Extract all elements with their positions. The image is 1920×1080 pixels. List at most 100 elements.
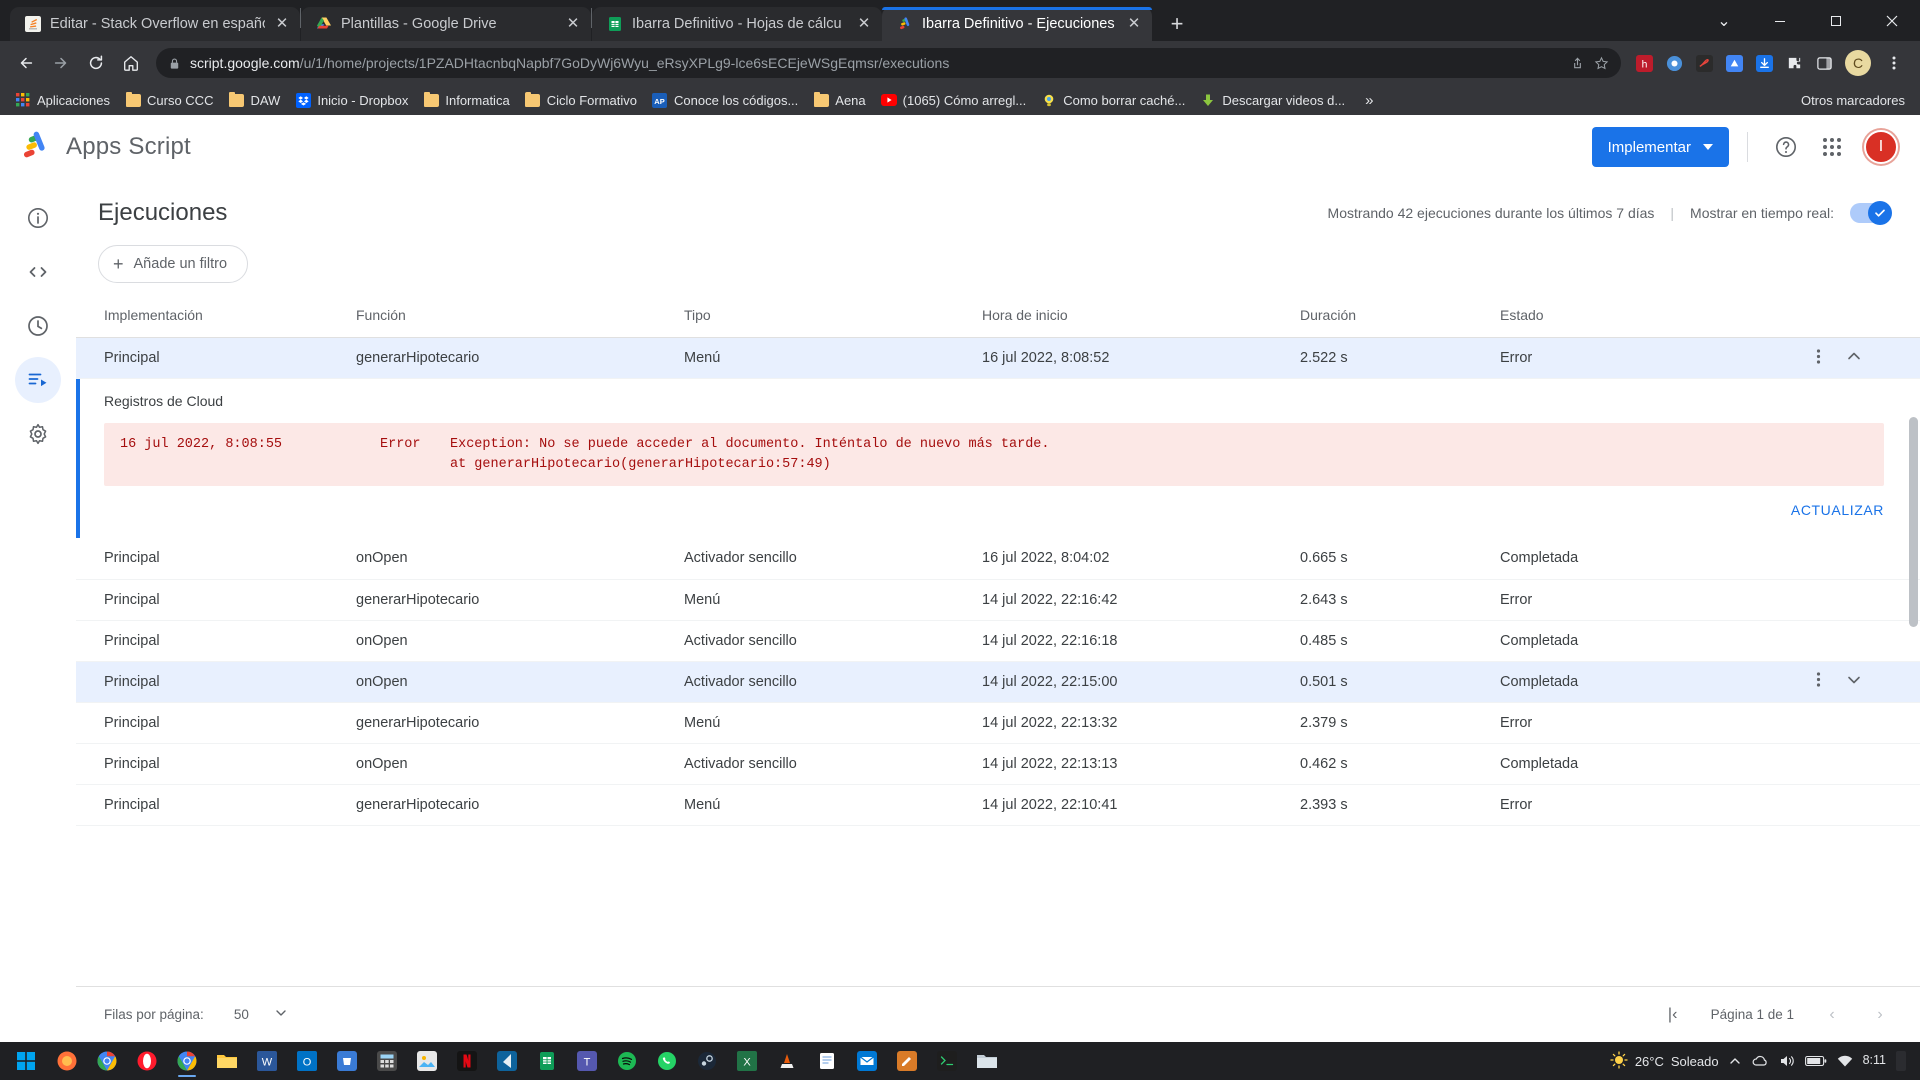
taskbar-item-terminal[interactable] [928,1044,966,1078]
realtime-toggle[interactable] [1850,201,1892,225]
taskbar-item-folder[interactable] [968,1044,1006,1078]
taskbar-item-editor[interactable] [888,1044,926,1078]
bookmarks-overflow-button[interactable]: » [1359,92,1379,109]
start-button[interactable] [6,1044,46,1078]
taskbar-item-word[interactable]: W [248,1044,286,1078]
sidebar-item-editor[interactable] [15,249,61,295]
browser-tab-3[interactable]: Ibarra Definitivo - Ejecuciones de ✕ [882,7,1152,41]
taskbar-item-firefox[interactable] [48,1044,86,1078]
table-row[interactable]: Principal generarHipotecario Menú 14 jul… [76,784,1920,826]
next-page-button[interactable]: › [1870,1006,1890,1024]
browser-tab-1[interactable]: Plantillas - Google Drive ✕ [301,7,591,41]
first-page-button[interactable]: |‹ [1663,1006,1683,1024]
table-row[interactable]: Principal generarHipotecario Menú 16 jul… [76,337,1920,379]
vertical-scrollbar[interactable] [1909,417,1918,627]
brand[interactable]: Apps Script [18,128,191,167]
back-button[interactable] [10,47,42,79]
notification-center-button[interactable] [1896,1051,1906,1071]
taskbar-item-vlc[interactable] [768,1044,806,1078]
bookmark-item-borrar-cache[interactable]: Como borrar caché... [1034,89,1192,111]
taskbar-item-sheets[interactable] [528,1044,566,1078]
taskbar-item-opera[interactable] [128,1044,166,1078]
bookmark-item-informatica[interactable]: Informatica [416,89,516,111]
table-row[interactable]: Principal generarHipotecario Menú 14 jul… [76,702,1920,744]
table-row[interactable]: Principal onOpen Activador sencillo 14 j… [76,620,1920,662]
kebab-menu-icon[interactable] [1810,671,1827,692]
kebab-menu-icon[interactable] [1810,348,1827,369]
tray-expand-button[interactable] [1729,1055,1741,1067]
taskbar-item-netflix[interactable] [448,1044,486,1078]
taskbar-item-explorer[interactable] [208,1044,246,1078]
chevron-down-icon[interactable] [1845,671,1863,693]
browser-tab-0[interactable]: Editar - Stack Overflow en español ✕ [10,7,300,41]
browser-tab-2[interactable]: Ibarra Definitivo - Hojas de cálcu ✕ [592,7,882,41]
video-download-extension-icon[interactable] [1750,49,1778,77]
bookmark-item-curso-ccc[interactable]: Curso CCC [118,89,220,111]
sidebar-item-settings[interactable] [15,411,61,457]
close-icon[interactable]: ✕ [565,16,581,32]
rows-per-page-select[interactable]: 50 [234,1007,287,1022]
taskbar-item-whatsapp[interactable] [648,1044,686,1078]
window-maximize-button[interactable] [1808,0,1864,41]
reload-button[interactable] [80,47,112,79]
taskbar-item-calculator[interactable] [368,1044,406,1078]
bookmark-item-ciclo-formativo[interactable]: Ciclo Formativo [518,89,644,111]
bookmark-item-conoce-los-codigos[interactable]: AP Conoce los códigos... [645,89,805,111]
previous-page-button[interactable]: ‹ [1822,1006,1842,1024]
window-close-button[interactable] [1864,0,1920,41]
window-restore-down-button[interactable]: ⌄ [1696,0,1752,41]
pdf-extension-icon[interactable] [1690,49,1718,77]
weather-widget[interactable]: 26°C Soleado [1610,1050,1719,1072]
taskbar-item-notepad[interactable] [808,1044,846,1078]
taskbar-item-store[interactable] [328,1044,366,1078]
forward-button[interactable] [45,47,77,79]
other-bookmarks-button[interactable]: Otros marcadores [1794,90,1912,111]
battery-tray-icon[interactable] [1804,1055,1827,1067]
taskbar-item-steam[interactable] [688,1044,726,1078]
taskbar-item-vscode[interactable] [488,1044,526,1078]
taskbar-item-chrome-active[interactable] [168,1044,206,1078]
new-tab-button[interactable]: + [1160,7,1194,41]
chevron-up-icon[interactable] [1845,347,1863,369]
taskbar-item-photos[interactable] [408,1044,446,1078]
taskbar-item-chrome[interactable] [88,1044,126,1078]
deploy-button[interactable]: Implementar [1591,127,1729,167]
bookmark-item-dropbox[interactable]: Inicio - Dropbox [288,89,415,111]
taskbar-item-spotify[interactable] [608,1044,646,1078]
account-avatar[interactable]: I [1864,130,1898,164]
sidebar-item-overview[interactable] [15,195,61,241]
taskbar-item-outlook[interactable]: O [288,1044,326,1078]
google-apps-button[interactable] [1812,127,1852,167]
address-bar[interactable]: script.google.com/u/1/home/projects/1PZA… [156,48,1621,78]
close-icon[interactable]: ✕ [856,16,872,32]
table-row[interactable]: Principal onOpen Activador sencillo 16 j… [76,538,1920,580]
cast-extension-icon[interactable] [1720,49,1748,77]
table-row[interactable]: Principal generarHipotecario Menú 14 jul… [76,579,1920,621]
sidebar-item-triggers[interactable] [15,303,61,349]
bookmark-item-youtube-video[interactable]: (1065) Cómo arregl... [874,89,1034,111]
adblock-extension-icon[interactable] [1660,49,1688,77]
bookmark-item-aena[interactable]: Aena [806,89,872,111]
sidebar-item-executions[interactable] [14,357,61,403]
bookmark-item-descargar-videos[interactable]: Descargar videos d... [1193,89,1352,111]
hypothesis-extension-icon[interactable]: h [1630,49,1658,77]
network-tray-icon[interactable] [1837,1055,1853,1068]
extensions-puzzle-icon[interactable] [1780,49,1808,77]
home-button[interactable] [115,47,147,79]
taskbar-item-excel[interactable]: X [728,1044,766,1078]
taskbar-item-mail[interactable] [848,1044,886,1078]
bookmark-item-aplicaciones[interactable]: Aplicaciones [8,89,117,111]
system-clock[interactable]: 8:11 [1863,1053,1886,1068]
table-row[interactable]: Principal onOpen Activador sencillo 14 j… [76,661,1920,703]
taskbar-item-teams[interactable]: T [568,1044,606,1078]
chrome-menu-button[interactable] [1878,47,1910,79]
share-icon[interactable] [1570,56,1585,71]
refresh-button[interactable]: ACTUALIZAR [1791,502,1884,518]
star-icon[interactable] [1594,56,1609,71]
volume-tray-icon[interactable] [1779,1054,1795,1068]
close-icon[interactable]: ✕ [1126,16,1142,32]
close-icon[interactable]: ✕ [274,16,290,32]
bookmark-item-daw[interactable]: DAW [221,89,287,111]
table-row[interactable]: Principal onOpen Activador sencillo 14 j… [76,743,1920,785]
add-filter-button[interactable]: + Añade un filtro [98,245,249,283]
